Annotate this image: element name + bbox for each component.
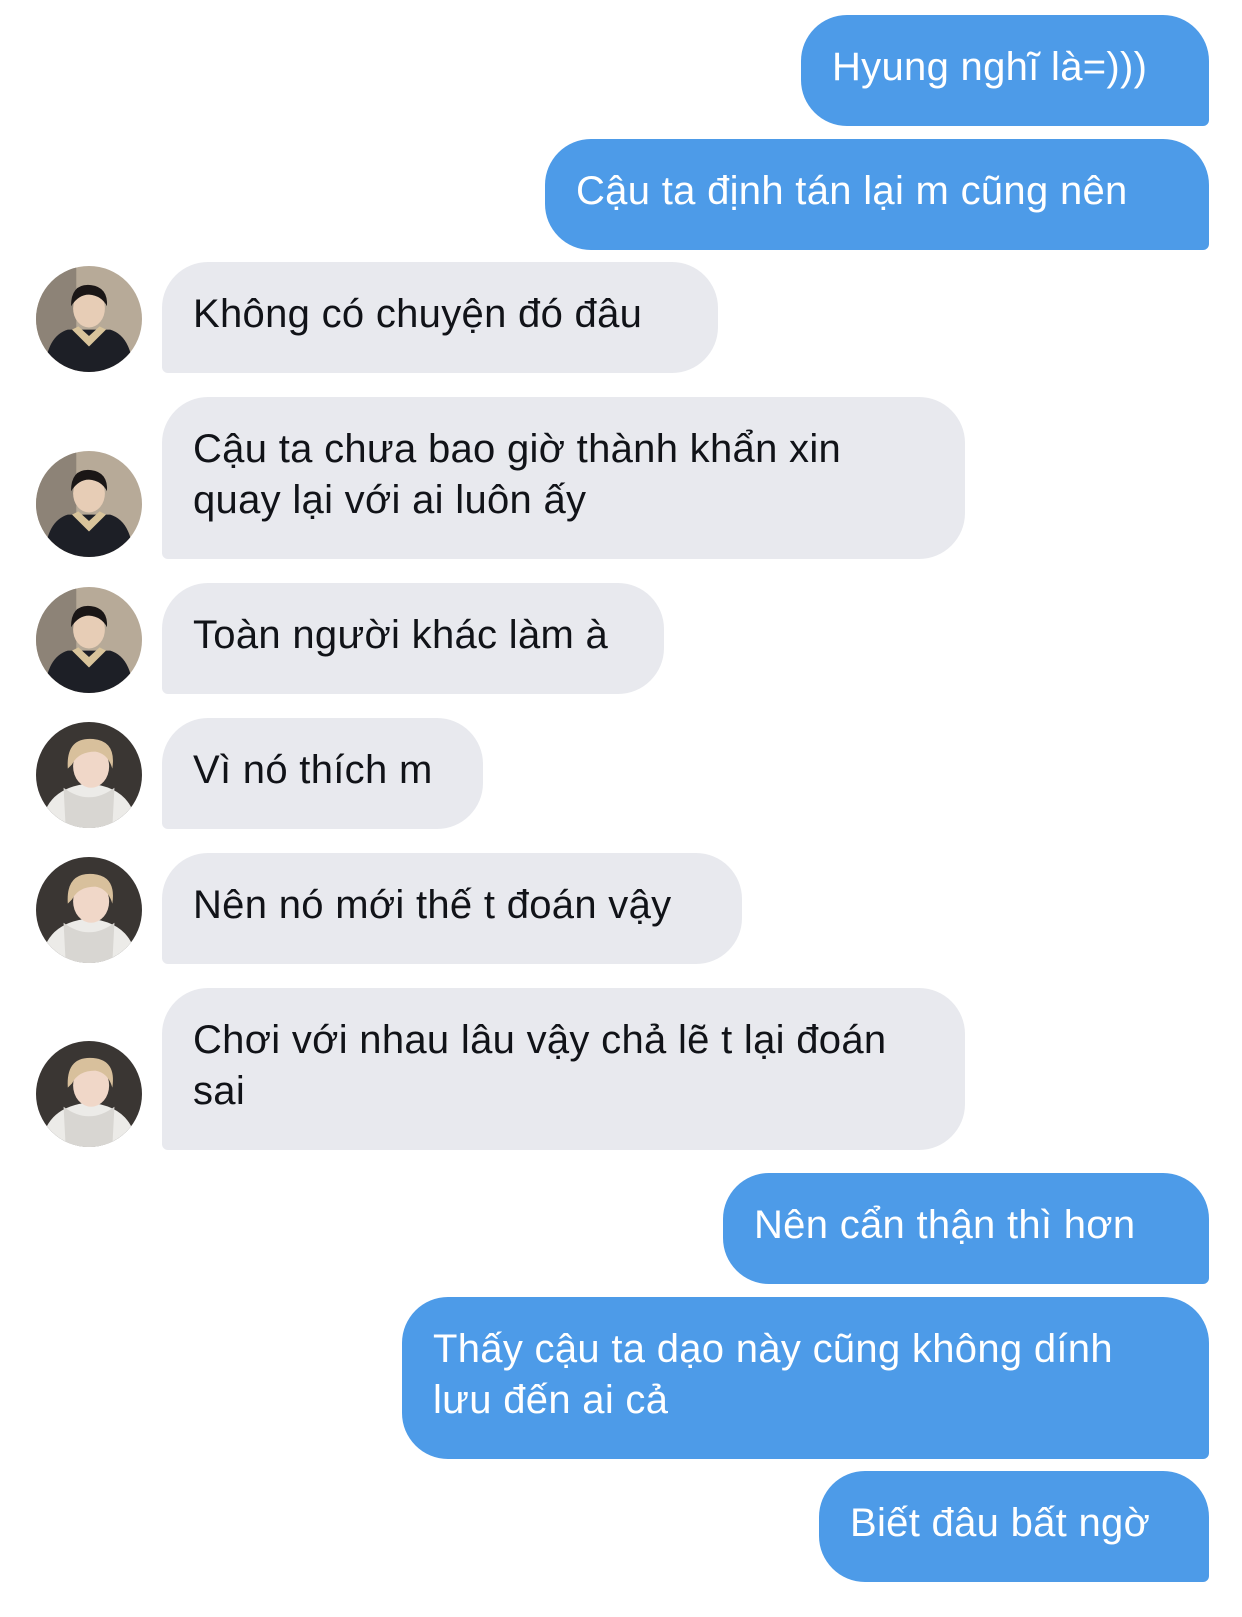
avatar-blond-hoodie-icon[interactable] [36,1041,142,1147]
message-text: Nên nó mới thế t đoán vậy [193,883,672,927]
avatar-dark-jacket-icon[interactable] [36,451,142,557]
avatar-dark-jacket-icon[interactable] [36,266,142,372]
message-text: Không có chuyện đó đâu [193,292,643,336]
message-text: Nên cẩn thận thì hơn [754,1203,1136,1247]
message-bubble-outgoing[interactable]: Hyung nghĩ là=))) [801,15,1209,126]
message-text: Vì nó thích m [193,748,433,792]
message-text: Cậu ta định tán lại m cũng nên [576,169,1128,213]
message-bubble-outgoing[interactable]: Biết đâu bất ngờ [819,1471,1209,1582]
message-bubble-incoming[interactable]: Cậu ta chưa bao giờ thành khẩn xin quay … [162,397,965,559]
message-text: Toàn người khác làm à [193,613,609,657]
message-bubble-outgoing[interactable]: Thấy cậu ta dạo này cũng không dính lưu … [402,1297,1209,1459]
message-bubble-incoming[interactable]: Không có chuyện đó đâu [162,262,718,373]
message-bubble-outgoing[interactable]: Nên cẩn thận thì hơn [723,1173,1209,1284]
message-text: Thấy cậu ta dạo này cũng không dính lưu … [433,1327,1113,1422]
avatar-blond-hoodie-icon[interactable] [36,857,142,963]
message-text: Cậu ta chưa bao giờ thành khẩn xin quay … [193,427,842,522]
message-text: Hyung nghĩ là=))) [832,45,1148,89]
chat-thread[interactable]: Hyung nghĩ là=))) Cậu ta định tán lại m … [0,0,1242,1617]
message-text: Biết đâu bất ngờ [850,1501,1151,1545]
message-text: Chơi với nhau lâu vậy chả lẽ t lại đoán … [193,1018,887,1113]
avatar-blond-hoodie-icon[interactable] [36,722,142,828]
avatar-dark-jacket-icon[interactable] [36,587,142,693]
message-bubble-outgoing[interactable]: Cậu ta định tán lại m cũng nên [545,139,1209,250]
message-bubble-incoming[interactable]: Chơi với nhau lâu vậy chả lẽ t lại đoán … [162,988,965,1150]
message-bubble-incoming[interactable]: Toàn người khác làm à [162,583,664,694]
message-bubble-incoming[interactable]: Vì nó thích m [162,718,483,829]
message-bubble-incoming[interactable]: Nên nó mới thế t đoán vậy [162,853,742,964]
